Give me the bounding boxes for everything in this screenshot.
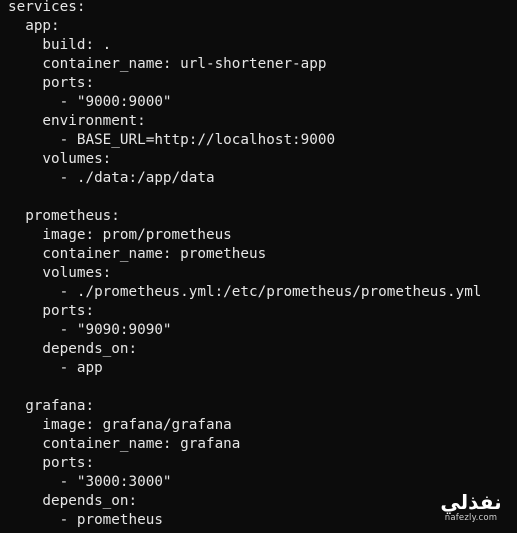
code-line: container_name: url-shortener-app [8, 56, 327, 72]
code-line: container_name: grafana [8, 436, 241, 452]
code-line: - "9000:9000" [8, 94, 172, 110]
code-line: prometheus: [8, 208, 120, 224]
code-line: depends_on: [8, 493, 138, 509]
code-line: build: . [8, 37, 112, 53]
code-line: image: grafana/grafana [8, 417, 232, 433]
code-line: environment: [8, 113, 146, 129]
code-line: - "9090:9090" [8, 322, 172, 338]
watermark-logo: نفذلي [440, 490, 502, 514]
code-line: volumes: [8, 151, 112, 167]
terminal-window: services: app: build: . container_name: … [0, 0, 517, 533]
code-line: - ./data:/app/data [8, 170, 215, 186]
code-line: app: [8, 18, 60, 34]
yaml-code-block: services: app: build: . container_name: … [8, 0, 481, 530]
code-line: - prometheus [8, 512, 163, 528]
code-line: ports: [8, 303, 95, 319]
code-line: depends_on: [8, 341, 138, 357]
code-line: services: [8, 0, 86, 15]
code-line: ports: [8, 455, 95, 471]
code-line: - ./prometheus.yml:/etc/prometheus/prome… [8, 284, 482, 300]
nafezly-watermark: نفذلي nafezly.com [433, 489, 509, 525]
code-line: - "3000:3000" [8, 474, 172, 490]
code-line: ports: [8, 75, 95, 91]
code-line: image: prom/prometheus [8, 227, 232, 243]
code-line: grafana: [8, 398, 95, 414]
watermark-url: nafezly.com [444, 513, 498, 523]
code-line: - BASE_URL=http://localhost:9000 [8, 132, 336, 148]
code-line: volumes: [8, 265, 112, 281]
code-line: container_name: prometheus [8, 246, 267, 262]
code-line: - app [8, 360, 103, 376]
